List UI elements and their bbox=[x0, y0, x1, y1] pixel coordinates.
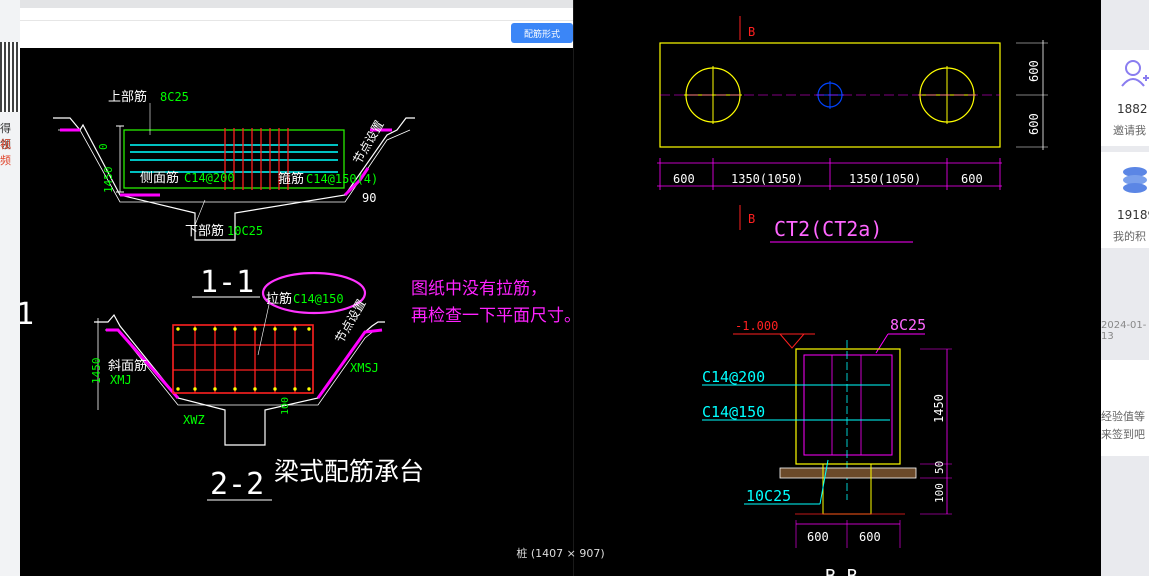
annotation-note: 图纸中没有拉筋， 再检查一下平面尺寸。 bbox=[411, 276, 581, 330]
invite-count: 1882 bbox=[1117, 102, 1148, 116]
node-setting-label: 节点设置 bbox=[350, 118, 386, 167]
points-count: 19189 bbox=[1117, 208, 1149, 222]
section-mark-b-top: B bbox=[748, 25, 755, 39]
stirrup-value: C14@150(4) bbox=[306, 172, 378, 186]
annotation-line-2: 再检查一下平面尺寸。 bbox=[411, 306, 581, 326]
plan-title: CT2(CT2a) bbox=[774, 217, 882, 241]
angle-90: 90 bbox=[362, 191, 376, 205]
section-b-b: -1.000 8C25 C14@200 C14@150 10C25 1450 5… bbox=[702, 316, 952, 576]
dim-100: 100 bbox=[280, 397, 291, 415]
image-caption: 桩 (1407 × 907) bbox=[516, 547, 605, 560]
top-bar-8c25: 8C25 bbox=[890, 316, 926, 334]
add-user-icon bbox=[1121, 60, 1149, 87]
checkin-text-2: 来签到吧 bbox=[1101, 428, 1145, 441]
plan-dim-right-1: 600 bbox=[1027, 60, 1041, 82]
dialog-toolbar: 配筋形式 bbox=[20, 0, 573, 48]
checkin-card[interactable]: 经验值等 来签到吧 bbox=[1101, 360, 1149, 456]
section-mark-b-bottom: B bbox=[748, 212, 755, 226]
tie-bar-label: 拉筋 bbox=[266, 291, 292, 307]
stirrup-label: 箍筋 bbox=[278, 171, 304, 187]
section-b-dim-1450: 1450 bbox=[932, 394, 946, 423]
bar-c14-150: C14@150 bbox=[702, 403, 765, 421]
annotation-line-1: 图纸中没有拉筋， bbox=[411, 279, 547, 299]
image-viewer: 0 1450 上部筋 8C25 侧面筋 C14@200 箍筋 C14@150(4… bbox=[20, 0, 1101, 576]
bottom-bar-10c25: 10C25 bbox=[746, 487, 791, 505]
left-side-panel: 得领 视频 bbox=[0, 0, 20, 576]
section-b-dim-50: 50 bbox=[933, 461, 946, 474]
section-b-dim-600-a: 600 bbox=[807, 530, 829, 544]
drawing-title: 梁式配筋承台 bbox=[274, 457, 425, 486]
plan-dim-right-2: 600 bbox=[1027, 113, 1041, 135]
plan-dim-600-a: 600 bbox=[673, 172, 695, 186]
plan-dim-1350-a: 1350(1050) bbox=[731, 172, 803, 186]
xmsj-label: XMSJ bbox=[350, 361, 379, 375]
dim-1450-left: 1450 bbox=[90, 358, 103, 385]
bottom-bar-label: 下部筋 bbox=[185, 223, 224, 239]
invite-label: 邀请我 bbox=[1113, 124, 1146, 137]
top-bar-label: 上部筋 bbox=[108, 89, 147, 105]
dim-0: 0 bbox=[97, 143, 110, 150]
xwz-label: XWZ bbox=[183, 413, 205, 427]
section-label-2-2: 2-2 bbox=[210, 467, 264, 502]
section-label-1-1: 1-1 bbox=[200, 265, 254, 300]
elevation-label: -1.000 bbox=[735, 319, 778, 333]
side-bar-label: 侧面筋 bbox=[140, 170, 179, 186]
left-mark: 1 bbox=[20, 297, 34, 332]
invite-card[interactable]: 1882 邀请我 bbox=[1101, 50, 1149, 146]
partial-section-label: B-B bbox=[825, 566, 858, 576]
coin-stack-icon bbox=[1123, 167, 1147, 193]
plan-ct2: B 600 600 600 1350(1050) 1350(1050) 600 … bbox=[657, 16, 1048, 243]
top-bar-value: 8C25 bbox=[160, 90, 189, 104]
left-panel-video-link[interactable]: 视频 bbox=[0, 136, 20, 168]
plan-dim-1350-b: 1350(1050) bbox=[849, 172, 921, 186]
dialog-divider bbox=[20, 20, 573, 21]
slope-bar-label: 斜面筋 bbox=[108, 358, 147, 374]
right-side-panel: 1882 邀请我 19189 我的积 2024-01-13 经验值等 来签到吧 bbox=[1101, 0, 1149, 576]
checkin-text-1: 经验值等 bbox=[1101, 410, 1145, 423]
plan-dim-600-b: 600 bbox=[961, 172, 983, 186]
dim-1450: 1450 bbox=[102, 167, 115, 194]
points-label: 我的积 bbox=[1113, 230, 1146, 243]
side-bar-value: C14@200 bbox=[184, 171, 235, 185]
tie-bar-value: C14@150 bbox=[293, 292, 344, 306]
bottom-bar-value: 10C25 bbox=[227, 224, 263, 238]
section-1-1: 0 1450 上部筋 8C25 侧面筋 C14@200 箍筋 C14@150(4… bbox=[53, 89, 415, 300]
section-b-dim-600-b: 600 bbox=[859, 530, 881, 544]
dialog-header-strip bbox=[20, 0, 573, 8]
reinforcement-form-button[interactable]: 配筋形式 bbox=[511, 23, 573, 43]
screen: 得领 视频 0 1450 上部筋 8C25 侧面筋 C14@200 箍筋 C14… bbox=[0, 0, 1149, 576]
bar-c14-200: C14@200 bbox=[702, 368, 765, 386]
section-b-dim-100: 100 bbox=[933, 483, 946, 503]
sign-date: 2024-01-13 bbox=[1101, 320, 1147, 342]
xmj-label: XMJ bbox=[110, 373, 132, 387]
qr-code-icon bbox=[0, 42, 20, 112]
points-card[interactable]: 19189 我的积 bbox=[1101, 152, 1149, 248]
